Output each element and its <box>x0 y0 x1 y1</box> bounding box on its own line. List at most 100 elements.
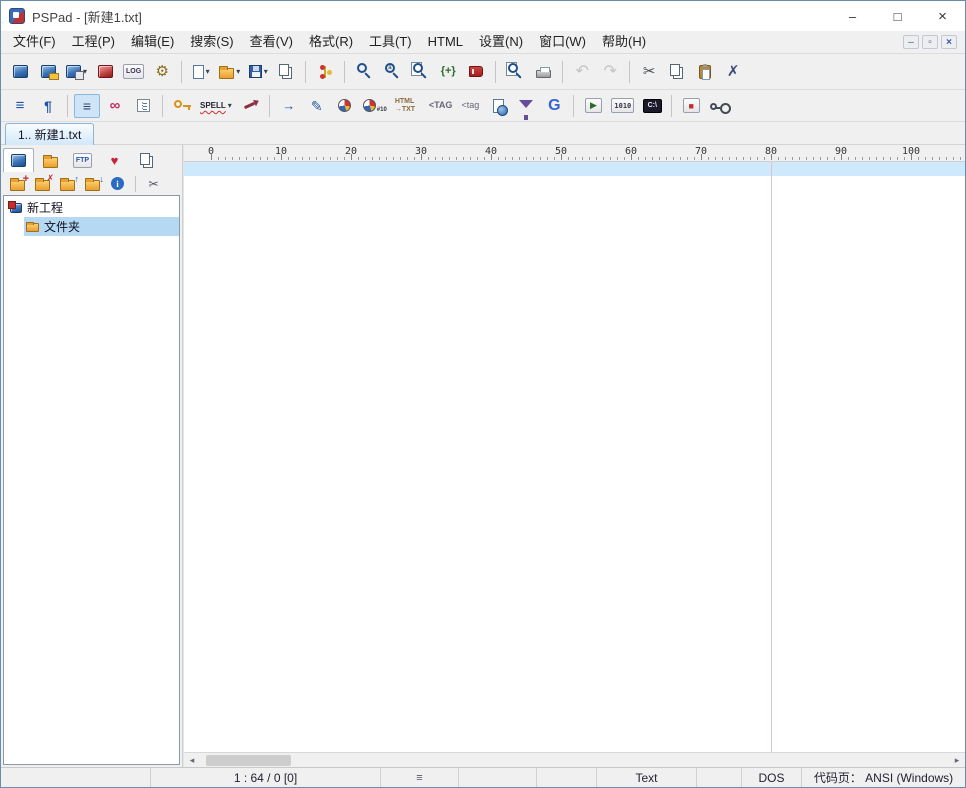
menu-help[interactable]: 帮助(H) <box>594 31 654 53</box>
tree-item[interactable]: 文件夹 <box>4 217 179 236</box>
menu-format[interactable]: 格式(R) <box>301 31 361 53</box>
open-project-button[interactable] <box>35 59 61 85</box>
open-file-button[interactable]: ▾ <box>216 59 243 85</box>
browser-preview-button[interactable] <box>485 94 511 118</box>
menu-html[interactable]: HTML <box>420 31 471 53</box>
html-to-text-button[interactable]: HTML →TXT <box>392 94 424 118</box>
read-only-button[interactable] <box>169 94 195 118</box>
project-settings-button[interactable]: ⚙ <box>149 59 175 85</box>
copy-button[interactable] <box>664 59 690 85</box>
mdi-minimize-button[interactable]: – <box>903 35 919 49</box>
panel-tab-ftp[interactable]: FTP <box>67 148 98 172</box>
status-syntax[interactable]: Text <box>597 768 697 787</box>
panel-tab-files[interactable] <box>35 148 66 172</box>
hex-view-button[interactable]: 1010 <box>608 94 637 118</box>
play-icon: ▶ <box>585 98 602 113</box>
menu-window[interactable]: 窗口(W) <box>531 31 594 53</box>
glasses-view-button[interactable] <box>706 94 732 118</box>
new-project-button[interactable] <box>7 59 33 85</box>
new-file-button[interactable]: ▾ <box>188 59 214 85</box>
paste-button[interactable] <box>692 59 718 85</box>
sidebar-panel: FTP♥ ✂ 新工程文件夹 <box>1 145 182 767</box>
save-all-button[interactable] <box>273 59 299 85</box>
project-tools-button[interactable]: ✂ <box>142 174 165 194</box>
status-edit-mode[interactable]: ≡ <box>381 768 459 787</box>
cut-button[interactable]: ✂ <box>636 59 662 85</box>
project-files-button[interactable] <box>92 59 118 85</box>
panel-tab-project[interactable] <box>3 148 34 172</box>
log-window-button[interactable]: LOG <box>120 59 147 85</box>
indent-block-button[interactable]: → <box>276 94 302 118</box>
search-button[interactable] <box>351 59 377 85</box>
save-project-button[interactable]: ▾ <box>63 59 90 85</box>
undo-button[interactable]: ↶ <box>569 59 595 85</box>
scrollbar-thumb[interactable] <box>206 755 291 766</box>
project-collapse-button[interactable] <box>81 174 104 194</box>
maximize-button[interactable]: □ <box>875 1 920 31</box>
scroll-left-button[interactable]: ◂ <box>184 753 200 767</box>
panel-tab-windows[interactable] <box>131 148 162 172</box>
menu-file[interactable]: 文件(F) <box>5 31 64 53</box>
lowercase-tags-button[interactable]: <tag <box>457 94 483 118</box>
show-formatting-button[interactable]: ¶ <box>35 94 61 118</box>
project-tree[interactable]: 新工程文件夹 <box>3 195 180 765</box>
text-editor[interactable] <box>184 162 965 752</box>
google-search-button[interactable]: G <box>541 94 567 118</box>
project-add-button[interactable] <box>6 174 29 194</box>
run-script-button[interactable]: ▶ <box>580 94 606 118</box>
goto-line-button[interactable] <box>130 94 156 118</box>
save-file-button[interactable]: ▾ <box>245 59 271 85</box>
ascii-table-button[interactable]: #10 <box>360 94 390 118</box>
char-table-button[interactable] <box>332 94 358 118</box>
toolbar-separator <box>305 61 306 83</box>
dropdown-arrow-icon[interactable]: ▾ <box>264 67 268 76</box>
ruler-mark: 60 <box>625 146 637 157</box>
menu-search[interactable]: 搜索(S) <box>182 31 241 53</box>
scroll-right-button[interactable]: ▸ <box>949 753 965 767</box>
minimize-button[interactable]: – <box>830 1 875 31</box>
menu-view[interactable]: 查看(V) <box>242 31 301 53</box>
delete-button[interactable]: ✗ <box>720 59 746 85</box>
spell-check-button[interactable]: SPELL▾ <box>197 94 235 118</box>
print-preview-button[interactable] <box>502 59 528 85</box>
menu-edit[interactable]: 编辑(E) <box>123 31 182 53</box>
panel-tab-favorites[interactable]: ♥ <box>99 148 130 172</box>
record-macro-button[interactable]: ■ <box>678 94 704 118</box>
status-line-ending[interactable]: DOS <box>742 768 802 787</box>
horizontal-scrollbar[interactable]: ◂ ▸ <box>184 752 965 767</box>
filter-button[interactable] <box>513 94 539 118</box>
status-bar: 1 : 64 / 0 [0] ≡ Text DOS 代码页： ANSI (Win… <box>1 767 965 787</box>
mdi-restore-button[interactable]: ▫ <box>922 35 938 49</box>
project-info-button[interactable] <box>106 174 129 194</box>
line-numbers-button[interactable]: ≡ <box>74 94 100 118</box>
text-edit-button[interactable]: ✎ <box>304 94 330 118</box>
stay-on-top-button[interactable] <box>237 94 263 118</box>
menu-project[interactable]: 工程(P) <box>64 31 123 53</box>
print-button[interactable] <box>530 59 556 85</box>
code-explorer-button[interactable] <box>312 59 338 85</box>
menu-tools[interactable]: 工具(T) <box>361 31 420 53</box>
project-remove-button[interactable] <box>31 174 54 194</box>
reformat-button[interactable]: ≡ <box>7 94 33 118</box>
tree-item[interactable]: 新工程 <box>4 198 179 217</box>
tab-document[interactable]: 1.. 新建1.txt <box>5 123 94 145</box>
open-project-cube-icon <box>41 65 56 78</box>
search-in-files-button[interactable] <box>407 59 433 85</box>
bookmarks-button[interactable] <box>463 59 489 85</box>
uppercase-tags-button[interactable]: <TAG <box>426 94 456 118</box>
mdi-close-button[interactable]: × <box>941 35 957 49</box>
close-button[interactable]: × <box>920 1 965 31</box>
project-expand-button[interactable] <box>56 174 79 194</box>
redo-button[interactable]: ↷ <box>597 59 623 85</box>
dropdown-arrow-icon[interactable]: ▾ <box>236 67 240 76</box>
status-codepage[interactable]: 代码页： ANSI (Windows) <box>802 768 965 787</box>
scrollbar-track[interactable] <box>200 753 949 767</box>
replace-button[interactable] <box>379 59 405 85</box>
dropdown-arrow-icon[interactable]: ▾ <box>228 101 232 110</box>
dropdown-arrow-icon[interactable]: ▾ <box>206 67 210 76</box>
syntax-highlight-button[interactable]: ∞ <box>102 94 128 118</box>
command-line-button[interactable]: C:\ <box>639 94 665 118</box>
menu-settings[interactable]: 设置(N) <box>471 31 531 53</box>
matching-brace-button[interactable]: {+} <box>435 59 461 85</box>
status-caret-position[interactable]: 1 : 64 / 0 [0] <box>151 768 381 787</box>
